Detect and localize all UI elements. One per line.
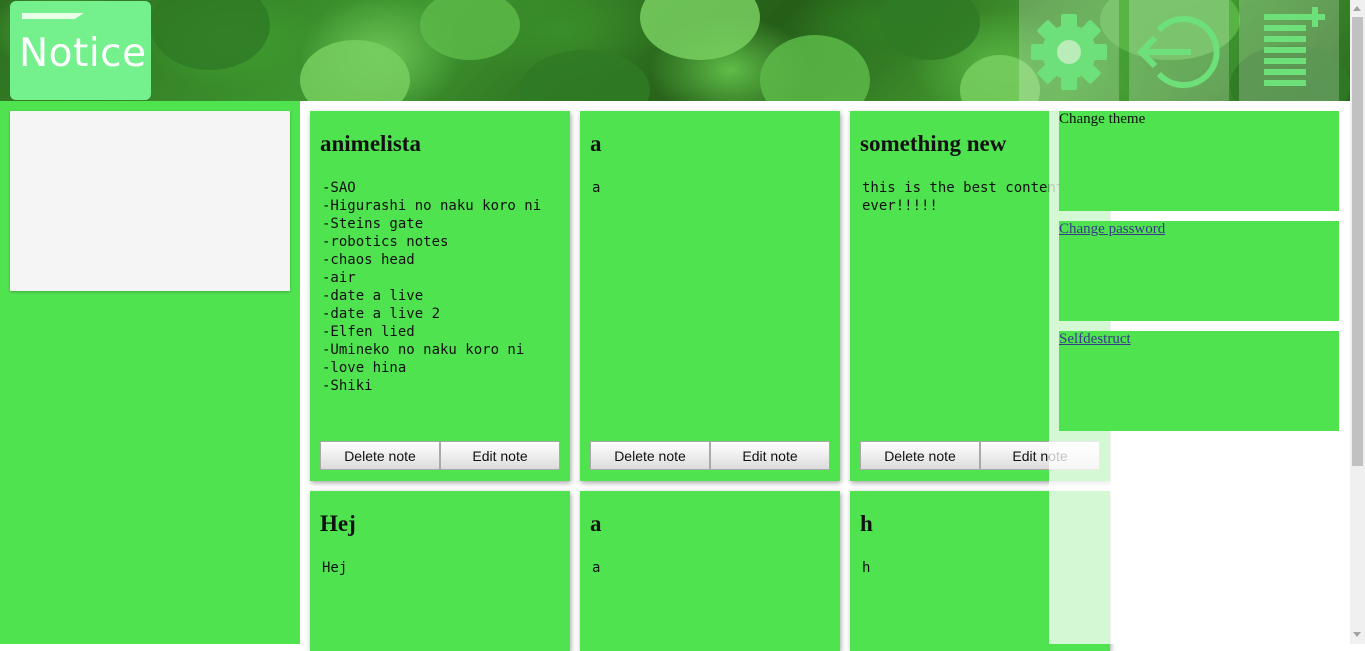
scroll-down-arrow-icon[interactable] [1353, 632, 1361, 637]
note-card: animelista -SAO -Higurashi no naku koro … [310, 111, 570, 481]
note-content: a [592, 180, 601, 196]
header-banner: Notice [0, 0, 1350, 101]
note-title: h [860, 511, 873, 536]
clover-leaf [420, 0, 520, 60]
edit-note-button[interactable]: Edit note [710, 441, 830, 470]
delete-note-button[interactable]: Delete note [860, 441, 980, 470]
note-content: this is the best content ever!!!!! [862, 180, 1065, 214]
note-content: Hej [322, 560, 348, 576]
sidebar-panel [10, 111, 290, 291]
left-sidebar [0, 101, 300, 644]
add-note-icon [1264, 7, 1325, 86]
add-note-button[interactable] [1239, 0, 1339, 101]
settings-button[interactable] [1019, 0, 1119, 101]
change-theme-item[interactable]: Change theme [1059, 111, 1339, 211]
logout-icon [1136, 16, 1220, 88]
clover-leaf [300, 40, 410, 101]
clover-leaf [880, 0, 980, 60]
note-title: a [590, 131, 602, 156]
note-card: a a Delete note Edit note [580, 111, 840, 481]
scrollbar-thumb[interactable] [1352, 17, 1363, 466]
delete-note-button[interactable]: Delete note [590, 441, 710, 470]
selfdestruct-item: Selfdestruct [1059, 331, 1339, 431]
note-content: a [592, 560, 601, 576]
app-logo[interactable]: Notice [10, 1, 151, 100]
logo-note-corner [22, 13, 84, 19]
note-title: a [590, 511, 602, 536]
vertical-scrollbar[interactable] [1350, 0, 1365, 644]
change-theme-label: Change theme [1059, 111, 1146, 127]
clover-leaf [150, 0, 270, 70]
clover-leaf [520, 50, 650, 101]
selfdestruct-link[interactable]: Selfdestruct [1059, 331, 1131, 347]
logout-button[interactable] [1129, 0, 1229, 101]
note-content: h [862, 560, 871, 576]
note-title: Hej [320, 511, 356, 536]
delete-note-button[interactable]: Delete note [320, 441, 440, 470]
gear-icon [1031, 14, 1107, 90]
change-password-item: Change password [1059, 221, 1339, 321]
change-password-link[interactable]: Change password [1059, 221, 1165, 237]
note-card: Hej Hej [310, 491, 570, 651]
note-card: a a [580, 491, 840, 651]
logo-text: Notice [19, 31, 147, 76]
note-title: animelista [320, 131, 421, 156]
note-content: -SAO -Higurashi no naku koro ni -Steins … [322, 180, 542, 394]
scroll-up-arrow-icon[interactable] [1353, 6, 1361, 11]
clover-leaf [760, 35, 870, 101]
note-title: something new [860, 131, 1007, 156]
edit-note-button[interactable]: Edit note [440, 441, 560, 470]
clover-leaf [640, 0, 760, 60]
